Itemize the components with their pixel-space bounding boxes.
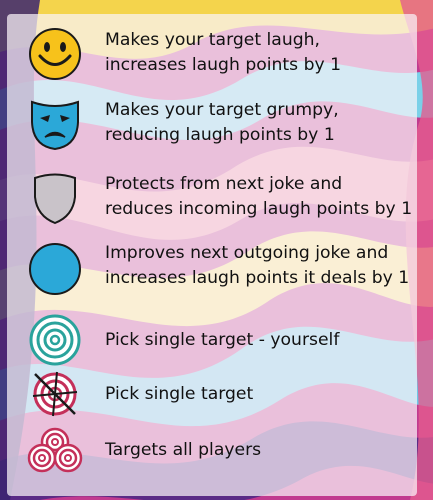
multi-target-icon <box>27 422 83 478</box>
legend-text-line: Makes your target grumpy, <box>105 100 339 120</box>
self-target-icon <box>27 312 83 368</box>
shield-icon <box>27 170 83 226</box>
legend-text-line: Improves next outgoing joke and <box>105 243 389 263</box>
legend-text-line: Pick single target - yourself <box>105 330 340 350</box>
legend-item-grumpy: Makes your target grumpy, reducing laugh… <box>7 94 417 154</box>
legend-text-line: Pick single target <box>105 384 254 404</box>
blue-circle-icon <box>27 241 83 297</box>
legend-panel: Makes your target laugh, increases laugh… <box>7 14 417 496</box>
legend-item-boost: Improves next outgoing joke and increase… <box>7 241 417 301</box>
crosshair-target-icon <box>27 366 83 422</box>
legend-text-line: Protects from next joke and <box>105 174 343 194</box>
legend-text-line: reducing laugh points by 1 <box>105 125 335 145</box>
legend-text-line: Makes your target laugh, <box>105 30 320 50</box>
legend-text-line: Targets all players <box>105 440 262 460</box>
legend-item-all-targets: Targets all players <box>7 420 417 480</box>
smiley-face-icon <box>27 26 83 82</box>
legend-item-laugh: Makes your target laugh, increases laugh… <box>7 24 417 84</box>
sad-mask-icon <box>27 96 83 152</box>
legend-text-line: reduces incoming laugh points by 1 <box>105 199 413 219</box>
legend-text-line: increases laugh points it deals by 1 <box>105 268 410 288</box>
legend-item-self-target: Pick single target - yourself <box>7 310 417 370</box>
legend-text-line: increases laugh points by 1 <box>105 55 342 75</box>
legend-item-shield: Protects from next joke and reduces inco… <box>7 168 417 228</box>
legend-item-single-target: Pick single target <box>7 364 417 424</box>
